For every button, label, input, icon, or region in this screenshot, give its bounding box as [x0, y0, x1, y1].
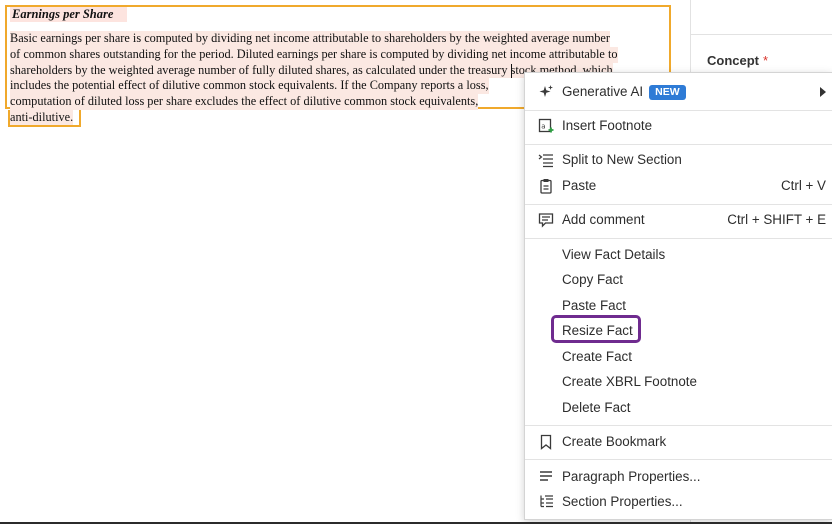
menu-item-generative-ai[interactable]: Generative AI NEW [525, 80, 832, 104]
menu-item-label: Paste [562, 178, 597, 193]
menu-separator [525, 204, 832, 205]
menu-item-paste[interactable]: Paste Ctrl + V [525, 174, 832, 198]
menu-item-label: Generative AI NEW [562, 84, 686, 100]
comment-add-icon [538, 213, 554, 228]
menu-item-label: View Fact Details [562, 247, 666, 262]
menu-item-shortcut: Ctrl + V [780, 178, 826, 193]
menu-item-add-comment[interactable]: Add comment Ctrl + SHIFT + E [525, 208, 832, 232]
sparkle-icon [539, 85, 553, 97]
bookmark-icon [540, 434, 552, 450]
split-list-icon [538, 154, 553, 168]
menu-item-create-xbrl-footnote[interactable]: Create XBRL Footnote [525, 370, 832, 394]
new-badge: NEW [649, 85, 686, 100]
required-mark: * [763, 53, 769, 68]
section-tree-icon [540, 495, 553, 508]
paragraph-line: shareholders by the weighted average num… [10, 62, 613, 79]
text-cursor [511, 64, 512, 78]
menu-item-view-fact-details[interactable]: View Fact Details [525, 243, 832, 267]
paragraph-line: of common shares outstanding for the per… [10, 46, 618, 63]
paragraph-line: computation of diluted loss per share ex… [10, 94, 479, 110]
menu-item-label: Resize Fact [562, 323, 633, 338]
menu-separator [525, 110, 832, 111]
menu-item-create-bookmark[interactable]: Create Bookmark [525, 430, 832, 454]
menu-item-section-properties[interactable]: Section Properties... [525, 490, 832, 514]
menu-item-label: Paste Fact [562, 298, 627, 313]
menu-item-copy-fact[interactable]: Copy Fact [525, 268, 832, 292]
menu-item-delete-fact[interactable]: Delete Fact [525, 396, 832, 420]
menu-item-label: Insert Footnote [562, 118, 653, 133]
context-menu: Generative AI NEW a Insert Footnote Split… [524, 72, 832, 520]
menu-separator [525, 238, 832, 239]
concept-label-text: Concept [707, 53, 759, 68]
panel-divider [691, 34, 832, 35]
fact-selection-box-tail [8, 110, 81, 127]
menu-item-label: Split to New Section [562, 152, 682, 167]
paragraph-line: Basic earnings per share is computed by … [10, 31, 610, 47]
menu-separator [525, 459, 832, 460]
paragraph-icon [540, 471, 552, 481]
chevron-right-icon [820, 87, 826, 97]
menu-item-label: Add comment [562, 212, 645, 227]
menu-item-label: Create Fact [562, 349, 632, 364]
menu-item-label: Copy Fact [562, 272, 624, 287]
footnote-add-icon: a [538, 118, 554, 133]
menu-item-paragraph-properties[interactable]: Paragraph Properties... [525, 465, 832, 489]
menu-separator [525, 425, 832, 426]
menu-item-resize-fact[interactable]: Resize Fact [525, 315, 832, 343]
menu-item-label: Delete Fact [562, 400, 631, 415]
menu-item-shortcut: Ctrl + SHIFT + E [727, 212, 826, 227]
menu-item-label: Create XBRL Footnote [562, 374, 697, 389]
paragraph-line: includes the potential effect of dilutiv… [10, 78, 489, 95]
concept-label: Concept * [707, 53, 768, 68]
clipboard-icon [540, 179, 552, 194]
menu-item-label: Section Properties... [562, 494, 683, 509]
svg-text:a: a [541, 123, 545, 131]
menu-item-create-fact[interactable]: Create Fact [525, 345, 832, 369]
fact-heading: Earnings per Share [10, 7, 127, 22]
generative-ai-label: Generative AI [562, 84, 644, 99]
menu-separator [525, 144, 832, 145]
menu-item-insert-footnote[interactable]: a Insert Footnote [525, 114, 832, 138]
menu-item-label: Paragraph Properties... [562, 469, 701, 484]
menu-item-label: Create Bookmark [562, 434, 667, 449]
menu-item-split-section[interactable]: Split to New Section [525, 148, 832, 172]
